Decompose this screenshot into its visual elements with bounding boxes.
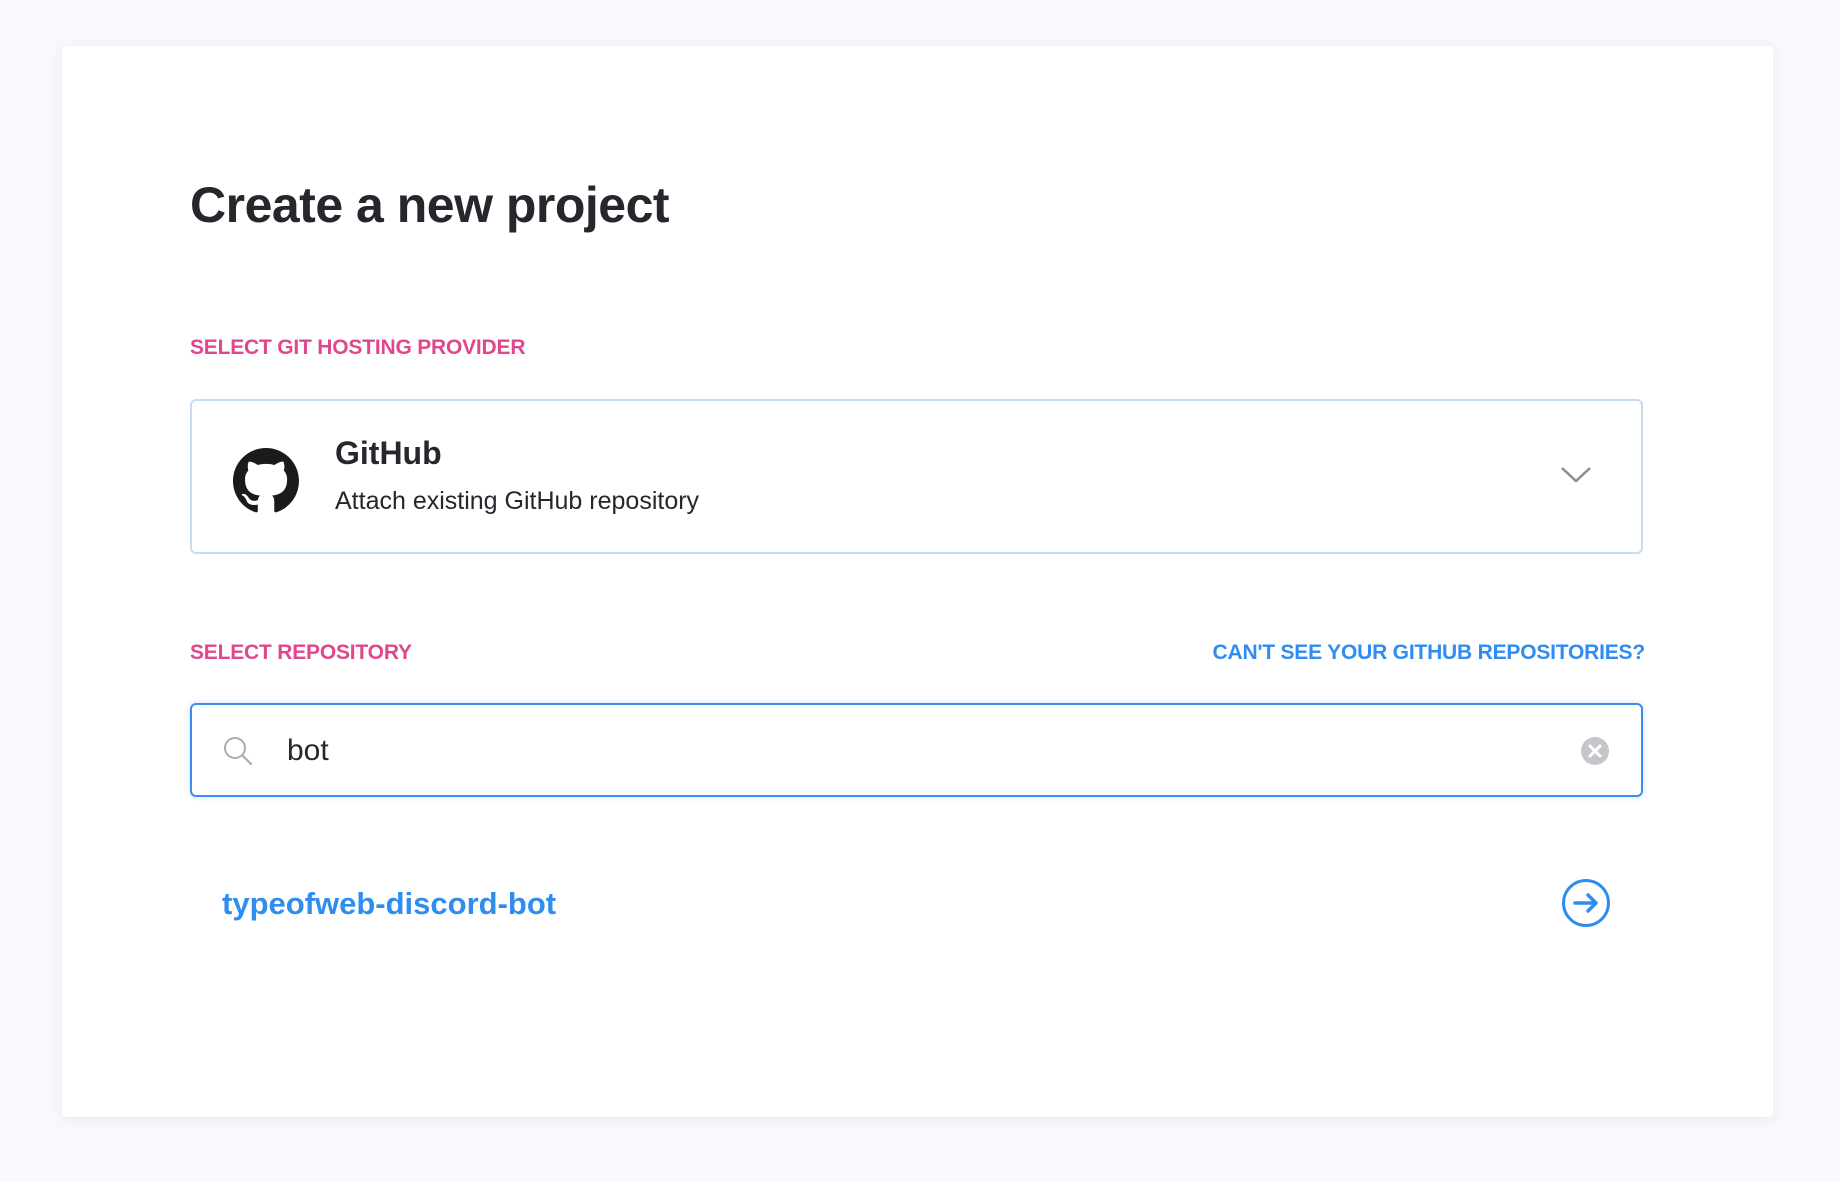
- chevron-down-icon: [1561, 467, 1591, 483]
- provider-description: Attach existing GitHub repository: [335, 487, 700, 515]
- provider-name: GitHub: [335, 435, 442, 471]
- provider-select[interactable]: GitHub Attach existing GitHub repository: [190, 399, 1643, 554]
- search-icon: [224, 737, 253, 766]
- clear-search-icon[interactable]: [1581, 737, 1609, 765]
- github-icon: [233, 448, 299, 513]
- repository-search: [190, 703, 1643, 797]
- repository-search-input[interactable]: [285, 723, 1539, 779]
- page-title: Create a new project: [190, 177, 670, 233]
- repository-name: typeofweb-discord-bot: [222, 886, 557, 921]
- create-project-card: Create a new project SELECT GIT HOSTING …: [62, 46, 1773, 1117]
- arrow-right-circle-icon[interactable]: [1561, 878, 1611, 928]
- cant-see-repositories-link[interactable]: CAN'T SEE YOUR GITHUB REPOSITORIES?: [1213, 641, 1646, 665]
- provider-section-label: SELECT GIT HOSTING PROVIDER: [190, 336, 526, 359]
- repository-section-label: SELECT REPOSITORY: [190, 641, 412, 664]
- repository-result-item[interactable]: typeofweb-discord-bot: [190, 866, 1643, 946]
